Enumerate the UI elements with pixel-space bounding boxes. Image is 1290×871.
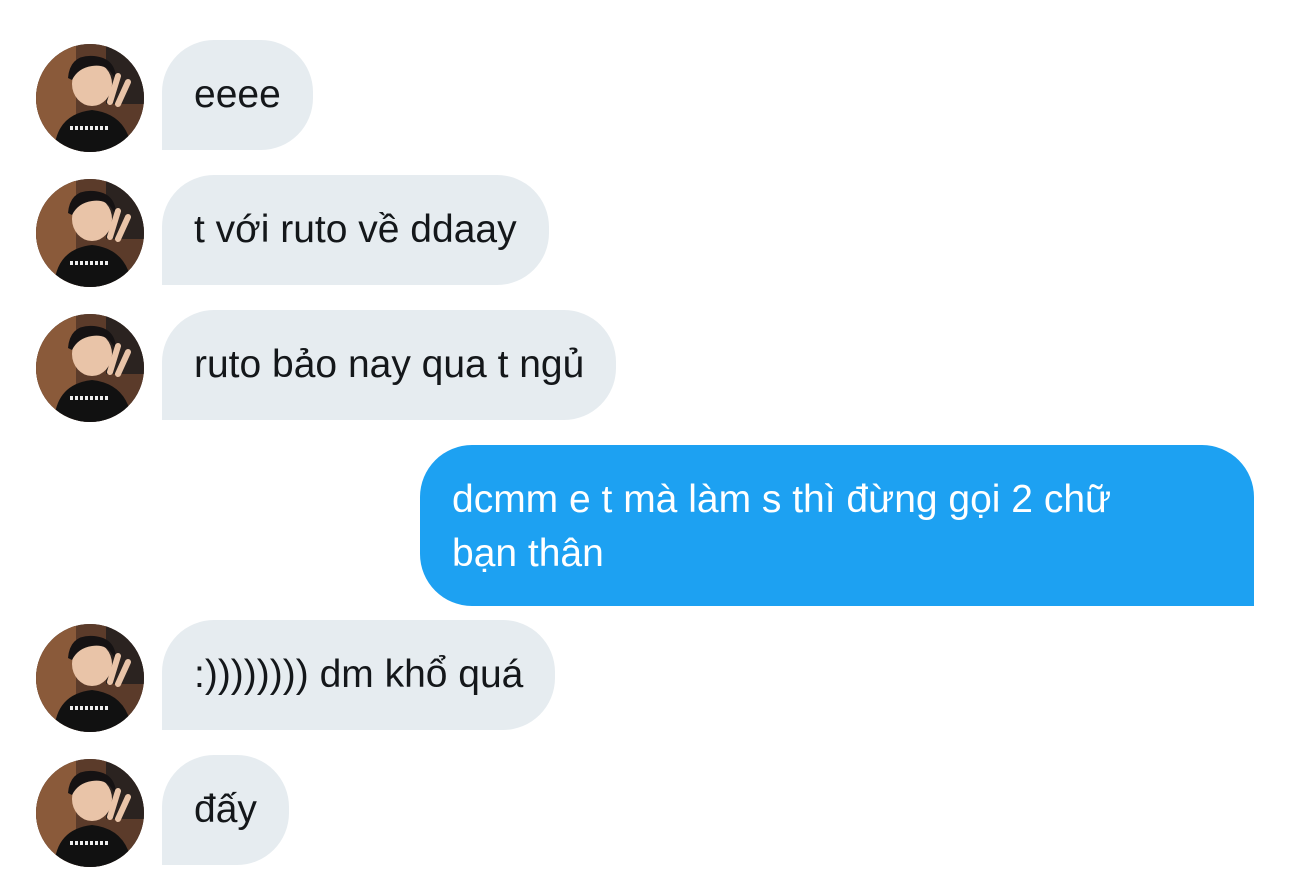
incoming-message-bubble[interactable]: ruto bảo nay qua t ngủ <box>162 310 617 420</box>
avatar[interactable] <box>36 314 144 422</box>
incoming-message-bubble[interactable]: t với ruto về ddaay <box>162 175 549 285</box>
incoming-message-bubble[interactable]: đấy <box>162 755 289 865</box>
user-avatar-photo-icon <box>36 44 144 152</box>
avatar[interactable] <box>36 759 144 867</box>
avatar[interactable] <box>36 624 144 732</box>
user-avatar-photo-icon <box>36 314 144 422</box>
user-avatar-photo-icon <box>36 179 144 287</box>
message-line: bạn thân <box>452 532 604 575</box>
incoming-message-bubble[interactable]: :)))))))) dm khổ quá <box>162 620 556 730</box>
user-avatar-photo-icon <box>36 624 144 732</box>
user-avatar-photo-icon <box>36 759 144 867</box>
incoming-message-bubble[interactable]: eeee <box>162 40 313 150</box>
message-line: dcmm e t mà làm s thì đừng gọi 2 chữ <box>452 478 1112 521</box>
outgoing-message-bubble[interactable]: dcmm e t mà làm s thì đừng gọi 2 chữ bạn… <box>420 445 1254 606</box>
avatar[interactable] <box>36 179 144 287</box>
chat-screen: { "colors": { "incoming_bubble": "#e6ecf… <box>0 0 1290 871</box>
avatar[interactable] <box>36 44 144 152</box>
